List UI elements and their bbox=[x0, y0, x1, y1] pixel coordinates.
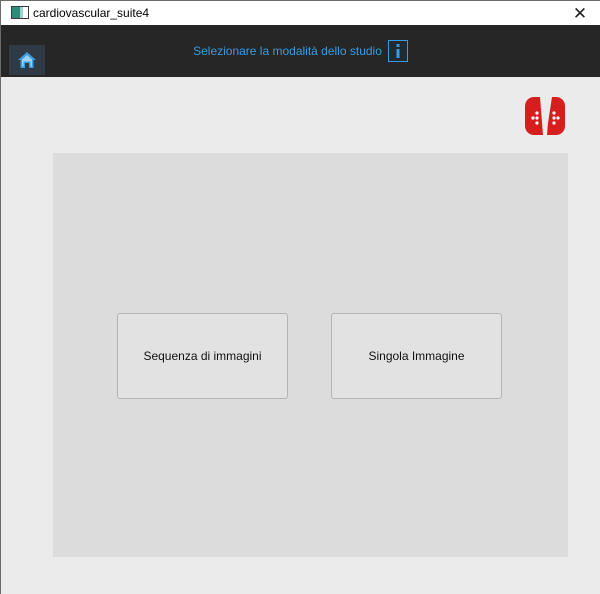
single-image-label: Singola Immagine bbox=[368, 349, 465, 363]
app-logo bbox=[523, 93, 567, 137]
app-window-icon bbox=[11, 6, 29, 19]
mode-title: Selezionare la modalità dello studio bbox=[193, 44, 382, 58]
close-button[interactable]: ✕ bbox=[560, 1, 600, 25]
title-bar: cardiovascular_suite4 ✕ bbox=[1, 1, 600, 25]
close-icon: ✕ bbox=[572, 3, 588, 23]
mode-header: Selezionare la modalità dello studio bbox=[1, 25, 600, 77]
info-button[interactable] bbox=[387, 40, 408, 62]
info-icon bbox=[396, 44, 400, 58]
image-sequence-button[interactable]: Sequenza di immagini bbox=[117, 313, 288, 399]
mode-selection-panel: Sequenza di immagini Singola Immagine bbox=[53, 153, 568, 557]
single-image-button[interactable]: Singola Immagine bbox=[331, 313, 502, 399]
window-title: cardiovascular_suite4 bbox=[33, 6, 150, 20]
image-sequence-label: Sequenza di immagini bbox=[143, 349, 262, 363]
app-window: cardiovascular_suite4 ✕ Selezionare la m… bbox=[0, 0, 600, 594]
